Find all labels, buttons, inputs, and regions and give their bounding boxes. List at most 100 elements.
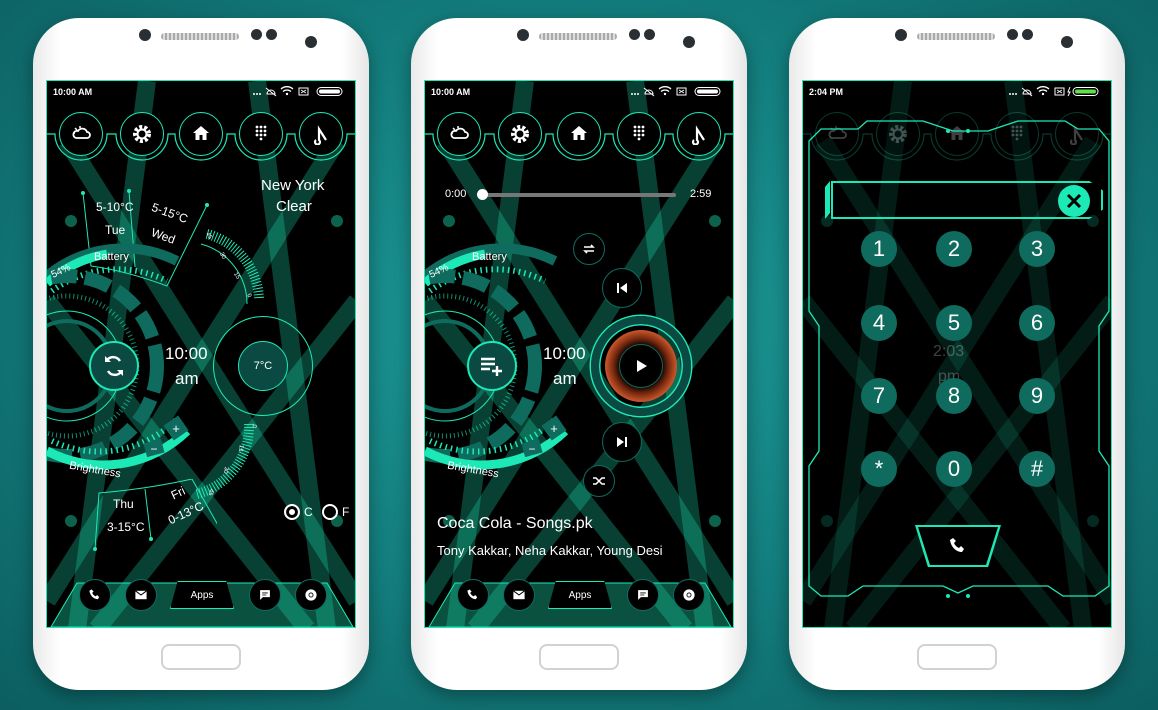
song-artist: Tony Kakkar, Neha Kakkar, Young Desi — [437, 543, 663, 558]
sensor — [1022, 29, 1033, 40]
dial-key-label: 7 — [872, 383, 886, 408]
home-button[interactable] — [539, 644, 619, 670]
clock-ampm: am — [553, 369, 577, 388]
dial-key[interactable]: 7 — [861, 378, 897, 414]
dial-key-label: # — [1030, 456, 1044, 481]
dock-message-button[interactable] — [627, 579, 659, 611]
weather-condition: Clear — [276, 198, 312, 215]
dock-chrome-button[interactable] — [295, 579, 327, 611]
play-button[interactable] — [619, 344, 663, 388]
music-icon — [313, 125, 327, 145]
previous-button[interactable] — [602, 268, 642, 308]
next-button[interactable] — [602, 422, 642, 462]
dock-phone-button[interactable] — [457, 579, 489, 611]
top-shortcut-weather[interactable] — [437, 112, 481, 156]
dial-key-label: 5 — [947, 310, 961, 335]
dial-key[interactable]: 1 — [861, 231, 897, 267]
unit-radio-c[interactable]: C — [284, 504, 313, 520]
dial-key[interactable]: 9 — [1019, 378, 1055, 414]
shuffle-button[interactable] — [583, 465, 615, 497]
home-icon — [193, 126, 209, 140]
top-shortcut-home[interactable] — [179, 112, 223, 156]
dial-key[interactable]: # — [1019, 451, 1055, 487]
dial-key-label: 2 — [947, 236, 961, 261]
seek-thumb[interactable] — [477, 189, 488, 200]
top-shortcut-home[interactable] — [557, 112, 601, 156]
clear-number-button[interactable] — [1058, 185, 1090, 217]
apps-label: Apps — [190, 589, 214, 601]
dial-key-label: 4 — [872, 310, 886, 335]
phone-mockup: 10:00 AM 0:00 2:59 + − Battery 54% Brightnes… — [411, 18, 747, 690]
call-button[interactable] — [915, 525, 1001, 567]
seek-bar[interactable] — [483, 193, 676, 197]
center-action-button[interactable] — [89, 341, 139, 391]
dial-key[interactable]: 0 — [936, 451, 972, 487]
dial-key-label: 0 — [947, 456, 961, 481]
sensor — [1007, 29, 1018, 40]
top-shortcut-settings[interactable] — [498, 112, 542, 156]
next-icon — [617, 437, 627, 447]
settings-icon — [133, 125, 151, 143]
dock-mail-button[interactable] — [125, 579, 157, 611]
phone-screen: 10:00 AM New York Clear 5-10°C Tue 5-15°C Wed… — [46, 80, 356, 628]
repeat-icon — [583, 244, 595, 254]
mail-icon — [513, 590, 525, 600]
top-shortcut-dialpad[interactable] — [239, 112, 283, 156]
clock-time: 10:00 — [165, 344, 208, 363]
proximity-sensor — [683, 36, 695, 48]
top-shortcut-settings[interactable] — [120, 112, 164, 156]
clock-ampm: am — [175, 369, 199, 388]
call-button-inner — [918, 527, 998, 565]
sensor — [266, 29, 277, 40]
apps-drawer-button[interactable]: Apps — [548, 581, 612, 609]
dial-key[interactable]: 6 — [1019, 305, 1055, 341]
top-shortcut-weather[interactable] — [59, 112, 103, 156]
dial-key[interactable]: * — [861, 451, 897, 487]
previous-icon — [617, 283, 627, 293]
radio-unchecked-icon — [322, 504, 338, 520]
top-shortcut-dialpad[interactable] — [617, 112, 661, 156]
front-camera — [895, 29, 907, 41]
message-icon — [260, 590, 270, 600]
dial-key[interactable]: 8 — [936, 378, 972, 414]
dial-key[interactable]: 2 — [936, 231, 972, 267]
center-action-button[interactable] — [467, 341, 517, 391]
phone-mockup: 2:04 PM 2:03 pm 1 2 3 4 5 6 7 8 9 * 0 # — [789, 18, 1125, 690]
top-shortcut-music[interactable] — [299, 112, 343, 156]
dialpad-icon — [633, 125, 645, 141]
repeat-button[interactable] — [573, 233, 605, 265]
home-button[interactable] — [161, 644, 241, 670]
dock-message-button[interactable] — [249, 579, 281, 611]
dialpad-icon — [255, 125, 267, 141]
dial-key[interactable]: 3 — [1019, 231, 1055, 267]
weather-icon — [450, 126, 469, 139]
apps-drawer-button[interactable]: Apps — [170, 581, 234, 609]
svg-text:+: + — [550, 421, 558, 436]
mail-icon — [135, 590, 147, 600]
forecast-day: Thu — [113, 497, 134, 511]
dial-key-label: 6 — [1030, 310, 1044, 335]
clock-time: 10:00 — [543, 344, 586, 363]
svg-text:−: − — [528, 442, 535, 456]
speaker-grille — [917, 33, 995, 40]
dock-phone-button[interactable] — [79, 579, 111, 611]
dial-key[interactable]: 4 — [861, 305, 897, 341]
weather-icon — [72, 126, 91, 139]
forecast-range: 5-10°C — [96, 200, 134, 214]
dial-key-label: 1 — [872, 236, 886, 261]
temperature-display: 7°C — [238, 341, 288, 391]
svg-text:−: − — [150, 442, 157, 456]
top-shortcut-music[interactable] — [677, 112, 721, 156]
home-button[interactable] — [917, 644, 997, 670]
sensor — [251, 29, 262, 40]
dock-mail-button[interactable] — [503, 579, 535, 611]
radio-checked-icon — [284, 504, 300, 520]
sensor — [644, 29, 655, 40]
duration: 2:59 — [690, 188, 712, 200]
front-camera — [139, 29, 151, 41]
playlist-add-icon — [481, 357, 502, 376]
front-camera — [517, 29, 529, 41]
dock-chrome-button[interactable] — [673, 579, 705, 611]
unit-radio-f[interactable]: F — [322, 504, 349, 520]
dial-key[interactable]: 5 — [936, 305, 972, 341]
